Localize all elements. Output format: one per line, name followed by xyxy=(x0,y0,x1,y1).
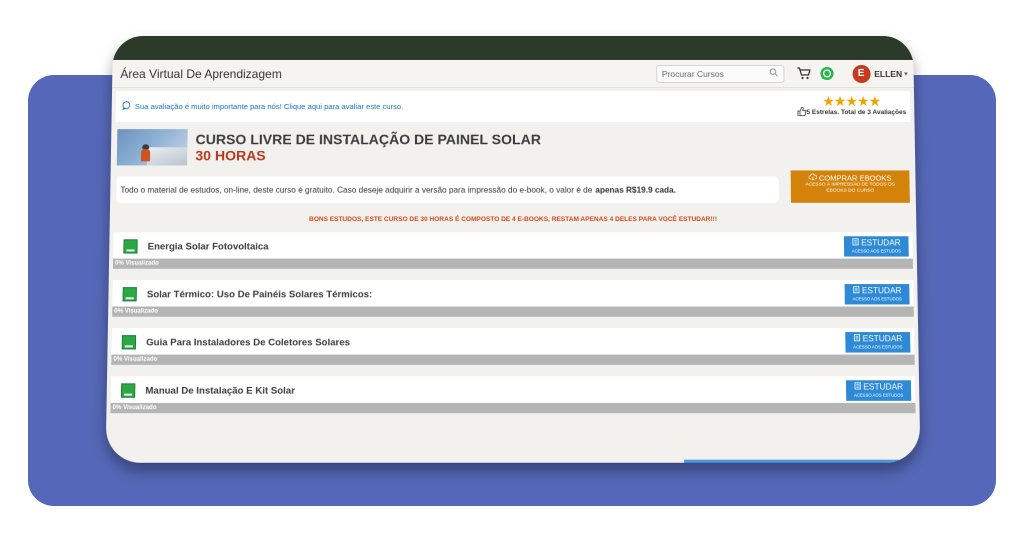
navbar: Área Virtual De Aprendizagem Procurar Cu… xyxy=(112,60,914,88)
module-title[interactable]: Energia Solar Fotovoltaica xyxy=(148,241,845,252)
thumbs-up-icon xyxy=(796,107,806,118)
user-menu[interactable]: E ELLEN ▾ xyxy=(852,64,908,82)
progress-label: 0% Visualizado xyxy=(112,307,914,317)
study-button-label: ESTUDAR xyxy=(846,382,911,392)
book-icon xyxy=(122,335,136,349)
document-icon xyxy=(853,334,860,341)
book-icon xyxy=(121,383,135,397)
rating-stars: ★★★★★ xyxy=(796,95,906,107)
browser-window: Área Virtual De Aprendizagem Procurar Cu… xyxy=(106,36,921,463)
study-button[interactable]: ESTUDAR ACESSO AOS ESTUDOS xyxy=(845,332,910,352)
progress-label: 0% Visualizado xyxy=(111,355,914,365)
rating-summary: ★★★★★ 5 Estrelas. Total de 3 Avaliações xyxy=(796,95,906,118)
cart-icon[interactable] xyxy=(794,64,812,82)
module-row: Guia Para Instaladores De Coletores Sola… xyxy=(111,328,914,357)
bottom-accent xyxy=(684,460,920,463)
progress-bar: 0% Visualizado xyxy=(113,259,913,269)
progress-bar: 0% Visualizado xyxy=(111,355,914,365)
course-titles: CURSO LIVRE DE INSTALAÇÃO DE PAINEL SOLA… xyxy=(195,131,541,163)
module-title[interactable]: Manual De Instalação E Kit Solar xyxy=(145,385,846,396)
rating-summary-text: 5 Estrelas. Total de 3 Avaliações xyxy=(806,109,906,116)
study-button-label: ESTUDAR xyxy=(845,286,910,296)
cloud-download-icon xyxy=(809,173,819,182)
avatar[interactable]: E xyxy=(852,64,870,82)
rating-prompt[interactable]: Sua avaliação é muito importante para nó… xyxy=(122,101,797,112)
search-icon[interactable] xyxy=(769,68,778,79)
module-list: Energia Solar Fotovoltaica ESTUDAR ACESSO… xyxy=(106,232,919,413)
progress-bar: 0% Visualizado xyxy=(112,307,914,317)
course-header: CURSO LIVRE DE INSTALAÇÃO DE PAINEL SOLA… xyxy=(111,122,916,166)
module-title[interactable]: Solar Térmico: Uso De Painéis Solares Té… xyxy=(147,289,845,300)
document-icon xyxy=(852,238,859,245)
module-item: Guia Para Instaladores De Coletores Sola… xyxy=(111,328,914,365)
study-button-sublabel: ACESSO AOS ESTUDOS xyxy=(846,393,911,398)
course-notice: BONS ESTUDOS, ESTE CURSO DE 30 HORAS É C… xyxy=(110,216,917,226)
buy-ebooks-button[interactable]: COMPRAR EBOOKS ACESSO À IMPRESSÃO DE TOD… xyxy=(791,170,910,202)
brand-title[interactable]: Área Virtual De Aprendizagem xyxy=(120,66,656,80)
pricing-row: Todo o material de estudos, on-line, des… xyxy=(110,170,916,202)
pricing-price: apenas R$19.9 cada. xyxy=(595,185,676,194)
chat-bubble-icon xyxy=(122,101,131,112)
progress-label: 0% Visualizado xyxy=(113,259,913,269)
study-button[interactable]: ESTUDAR ACESSO AOS ESTUDOS xyxy=(845,284,910,304)
module-title[interactable]: Guia Para Instaladores De Coletores Sola… xyxy=(146,337,845,348)
module-item: Energia Solar Fotovoltaica ESTUDAR ACESSO… xyxy=(113,232,913,269)
rating-summary-row: 5 Estrelas. Total de 3 Avaliações xyxy=(796,107,906,118)
module-item: Manual De Instalação E Kit Solar ESTUDAR… xyxy=(110,376,915,413)
study-button[interactable]: ESTUDAR ACESSO AOS ESTUDOS xyxy=(844,236,909,256)
pricing-text: Todo o material de estudos, on-line, des… xyxy=(120,185,592,194)
pricing-info: Todo o material de estudos, on-line, des… xyxy=(116,177,779,203)
buy-ebooks-sublabel: ACESSO À IMPRESSÃO DE TODOS OS EBOOKS DO… xyxy=(791,183,910,195)
module-row: Manual De Instalação E Kit Solar ESTUDAR… xyxy=(111,376,916,405)
whatsapp-icon[interactable] xyxy=(818,64,836,82)
course-title: CURSO LIVRE DE INSTALAÇÃO DE PAINEL SOLA… xyxy=(195,131,540,147)
module-item: Solar Térmico: Uso De Painéis Solares Té… xyxy=(112,280,914,317)
book-icon xyxy=(123,239,137,253)
study-button-sublabel: ACESSO AOS ESTUDOS xyxy=(845,296,910,301)
module-row: Energia Solar Fotovoltaica ESTUDAR ACESSO… xyxy=(113,232,913,260)
window-top-bar xyxy=(113,36,914,60)
book-icon xyxy=(123,287,137,301)
search-input[interactable]: Procurar Cursos xyxy=(656,64,784,82)
study-button-sublabel: ACESSO AOS ESTUDOS xyxy=(845,344,910,349)
rating-prompt-text[interactable]: Sua avaliação é muito importante para nó… xyxy=(135,102,404,111)
chevron-down-icon[interactable]: ▾ xyxy=(904,69,908,77)
study-button-label: ESTUDAR xyxy=(845,334,910,344)
search-placeholder: Procurar Cursos xyxy=(662,68,769,78)
progress-label: 0% Visualizado xyxy=(110,403,915,413)
study-button-sublabel: ACESSO AOS ESTUDOS xyxy=(844,248,909,253)
document-icon xyxy=(854,382,861,389)
course-hours: 30 HORAS xyxy=(195,147,541,163)
module-row: Solar Térmico: Uso De Painéis Solares Té… xyxy=(112,280,913,309)
study-button-label: ESTUDAR xyxy=(844,238,909,248)
course-thumbnail xyxy=(117,129,188,165)
user-name[interactable]: ELLEN xyxy=(874,68,902,78)
stage: Área Virtual De Aprendizagem Procurar Cu… xyxy=(0,0,1024,536)
buy-ebooks-label: COMPRAR EBOOKS xyxy=(791,173,910,182)
rating-bar: Sua avaliação é muito importante para nó… xyxy=(116,91,911,122)
study-button[interactable]: ESTUDAR ACESSO AOS ESTUDOS xyxy=(846,380,911,401)
progress-bar: 0% Visualizado xyxy=(110,403,915,413)
document-icon xyxy=(852,286,859,293)
